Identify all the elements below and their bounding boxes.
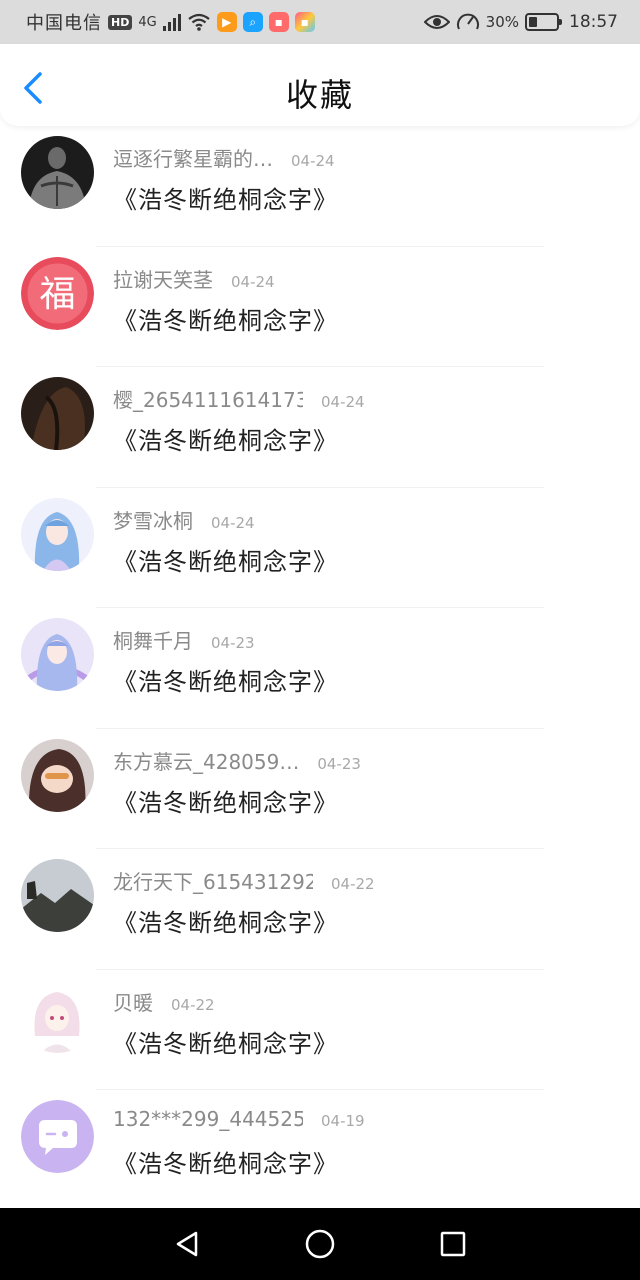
nav-home-button[interactable] bbox=[300, 1224, 340, 1264]
anime-girl-lavender-avatar-icon bbox=[21, 618, 94, 691]
work-title: 《浩冬断绝桐念字》 bbox=[113, 547, 338, 576]
video-app-icon: ▶ bbox=[216, 12, 237, 32]
username: 132***299_444525… bbox=[113, 1107, 303, 1131]
avatar bbox=[21, 377, 94, 450]
list-item[interactable]: 樱_26541116141739… 04-24 《浩冬断绝桐念字》 bbox=[0, 367, 640, 488]
item-meta: 樱_26541116141739… 04-24 bbox=[113, 384, 365, 413]
item-meta: 贝暖 04-22 bbox=[113, 987, 215, 1016]
anime-chibi-avatar-icon bbox=[21, 738, 94, 812]
eye-icon bbox=[423, 15, 450, 29]
chat-bubble-avatar-icon bbox=[21, 1100, 94, 1173]
list-item[interactable]: 贝暖 04-22 《浩冬断绝桐念字》 bbox=[0, 970, 640, 1091]
work-title: 《浩冬断绝桐念字》 bbox=[113, 909, 338, 937]
item-meta: 龙行天下_615431292 04-22 bbox=[113, 866, 375, 895]
item-meta: 逗逐行繁星霸的… 04-24 bbox=[113, 143, 335, 172]
network-type: 4G bbox=[138, 14, 157, 30]
anime-boy-pink-avatar-icon bbox=[21, 979, 94, 1053]
triangle-back-icon bbox=[176, 1231, 197, 1257]
carrier-name: 中国电信 bbox=[26, 13, 102, 34]
item-meta: 梦雪冰桐 04-24 bbox=[113, 505, 255, 534]
list-item[interactable]: 桐舞千月 04-23 《浩冬断绝桐念字》 bbox=[0, 608, 640, 729]
work-title: 《浩冬断绝桐念字》 bbox=[113, 427, 338, 455]
battery-fill bbox=[529, 17, 537, 27]
fu-badge-avatar-icon: 福 bbox=[21, 256, 94, 330]
clock: 18:57 bbox=[569, 12, 618, 32]
avatar: 福 bbox=[21, 256, 94, 330]
battery-icon bbox=[525, 13, 562, 31]
date: 04-24 bbox=[291, 152, 335, 170]
square-recents-icon bbox=[441, 1231, 466, 1257]
work-title: 《浩冬断绝桐念字》 bbox=[113, 306, 338, 335]
hd-badge: HD bbox=[108, 14, 133, 30]
circle-home-icon bbox=[305, 1229, 335, 1259]
date: 04-19 bbox=[321, 1112, 365, 1130]
work-title: 《浩冬断绝桐念字》 bbox=[113, 788, 338, 817]
avatar bbox=[21, 618, 94, 691]
list-item[interactable]: 逗逐行繁星霸的… 04-24 《浩冬断绝桐念字》 bbox=[0, 126, 640, 247]
svg-text:福: 福 bbox=[39, 274, 75, 315]
username: 拉谢天笑茎 bbox=[113, 267, 213, 292]
page-title: 收藏 bbox=[285, 76, 354, 114]
username: 贝暖 bbox=[113, 990, 153, 1015]
wifi-icon bbox=[188, 13, 210, 31]
item-meta: 拉谢天笑茎 04-24 bbox=[113, 264, 275, 293]
avatar bbox=[21, 738, 94, 812]
date: 04-22 bbox=[171, 995, 215, 1014]
avatar bbox=[21, 1100, 94, 1173]
username: 梦雪冰桐 bbox=[113, 508, 193, 533]
dark-hair-avatar-icon bbox=[21, 377, 94, 450]
avatar bbox=[21, 136, 94, 209]
nav-back-button[interactable] bbox=[167, 1224, 207, 1264]
nav-recents-button[interactable] bbox=[433, 1224, 473, 1264]
avatar bbox=[21, 859, 94, 932]
muscular-man-avatar-icon bbox=[21, 136, 94, 209]
avatar bbox=[21, 979, 94, 1053]
anime-girl-blue-avatar-icon bbox=[21, 497, 94, 571]
system-nav-bar bbox=[0, 1208, 640, 1280]
work-title: 《浩冬断绝桐念字》 bbox=[113, 1150, 338, 1178]
status-left: 中国电信 HD 4G ▶ ⌕ ▪ ▪ bbox=[26, 9, 315, 35]
search-app-icon: ⌕ bbox=[242, 12, 263, 32]
item-meta: 桐舞千月 04-23 bbox=[113, 625, 255, 654]
status-bar: 中国电信 HD 4G ▶ ⌕ ▪ ▪ 30% 18:57 bbox=[0, 0, 640, 44]
color-app-icon: ▪ bbox=[294, 12, 315, 32]
list-item[interactable]: 福 拉谢天笑茎 04-24 《浩冬断绝桐念字》 bbox=[0, 247, 640, 368]
avatar bbox=[21, 497, 94, 571]
date: 04-24 bbox=[231, 272, 275, 291]
date: 04-23 bbox=[317, 754, 361, 773]
speed-gauge-icon bbox=[456, 13, 479, 30]
gift-app-icon: ▪ bbox=[268, 12, 289, 32]
list-item[interactable]: 东方慕云_428059… 04-23 《浩冬断绝桐念字》 bbox=[0, 729, 640, 850]
item-meta: 132***299_444525… 04-19 bbox=[113, 1107, 365, 1131]
username: 东方慕云_428059… bbox=[113, 749, 300, 774]
top-app-bar: 收藏 bbox=[0, 44, 640, 126]
username: 桐舞千月 bbox=[113, 629, 193, 653]
item-meta: 东方慕云_428059… 04-23 bbox=[113, 746, 361, 775]
favorites-list: 逗逐行繁星霸的… 04-24 《浩冬断绝桐念字》 福 拉谢天笑茎 04-24 《… bbox=[0, 126, 640, 1211]
battery-percent: 30% bbox=[485, 13, 519, 31]
signal-icon bbox=[162, 13, 181, 31]
date: 04-24 bbox=[211, 513, 255, 532]
list-item[interactable]: 梦雪冰桐 04-24 《浩冬断绝桐念字》 bbox=[0, 488, 640, 609]
list-item[interactable]: 龙行天下_615431292 04-22 《浩冬断绝桐念字》 bbox=[0, 849, 640, 970]
date: 04-23 bbox=[211, 634, 255, 652]
mountain-landscape-avatar-icon bbox=[21, 859, 94, 932]
status-right: 30% 18:57 bbox=[423, 11, 618, 33]
work-title: 《浩冬断绝桐念字》 bbox=[113, 668, 338, 696]
username: 樱_26541116141739… bbox=[113, 388, 303, 412]
list-item[interactable]: 132***299_444525… 04-19 《浩冬断绝桐念字》 bbox=[0, 1090, 640, 1211]
work-title: 《浩冬断绝桐念字》 bbox=[113, 1029, 338, 1058]
date: 04-22 bbox=[331, 875, 375, 893]
work-title: 《浩冬断绝桐念字》 bbox=[113, 186, 338, 214]
date: 04-24 bbox=[321, 393, 365, 411]
username: 龙行天下_615431292 bbox=[113, 870, 313, 894]
username: 逗逐行繁星霸的… bbox=[113, 147, 273, 171]
